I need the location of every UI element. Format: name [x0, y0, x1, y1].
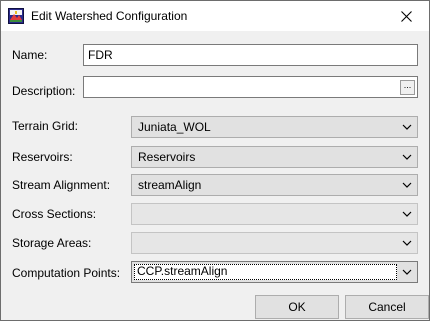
terrain-grid-label: Terrain Grid:: [12, 119, 79, 133]
terrain-grid-value: Juniata_WOL: [138, 120, 211, 134]
cross-sections-dropdown[interactable]: [131, 203, 418, 225]
title-bar[interactable]: Edit Watershed Configuration: [1, 1, 429, 31]
cross-sections-label: Cross Sections:: [12, 207, 97, 221]
storage-areas-dropdown[interactable]: [131, 232, 418, 254]
computation-points-value: CCP.streamAlign: [137, 264, 228, 278]
reservoirs-label: Reservoirs:: [12, 150, 73, 164]
chevron-down-icon: [402, 211, 412, 217]
window-title: Edit Watershed Configuration: [31, 9, 188, 23]
chevron-down-icon: [402, 124, 412, 130]
description-label: Description:: [12, 84, 76, 98]
computation-points-dropdown[interactable]: CCP.streamAlign: [131, 261, 418, 283]
reservoirs-dropdown[interactable]: Reservoirs: [131, 146, 418, 168]
ok-button[interactable]: OK: [255, 295, 339, 319]
cancel-button[interactable]: Cancel: [345, 295, 429, 319]
description-field[interactable]: [83, 76, 418, 98]
name-field[interactable]: FDR: [83, 44, 418, 66]
close-icon: [400, 10, 412, 22]
chevron-down-icon: [402, 240, 412, 246]
computation-points-label: Computation Points:: [12, 266, 121, 280]
edit-watershed-dialog: Edit Watershed Configuration Name: FDR D…: [0, 0, 430, 321]
stream-alignment-label: Stream Alignment:: [12, 178, 111, 192]
name-label: Name:: [12, 48, 48, 62]
terrain-grid-dropdown[interactable]: Juniata_WOL: [131, 116, 418, 138]
chevron-down-icon: [402, 182, 412, 188]
stream-alignment-value: streamAlign: [138, 178, 202, 192]
chevron-down-icon: [402, 269, 412, 275]
chevron-down-icon: [402, 154, 412, 160]
close-button[interactable]: [383, 1, 429, 31]
reservoirs-value: Reservoirs: [138, 150, 196, 164]
dialog-body: Name: FDR Description: ... Terrain Grid:…: [1, 31, 429, 320]
description-browse-button[interactable]: ...: [400, 80, 415, 95]
storage-areas-label: Storage Areas:: [12, 236, 92, 250]
stream-alignment-dropdown[interactable]: streamAlign: [131, 174, 418, 196]
watershed-app-icon: [8, 8, 24, 24]
